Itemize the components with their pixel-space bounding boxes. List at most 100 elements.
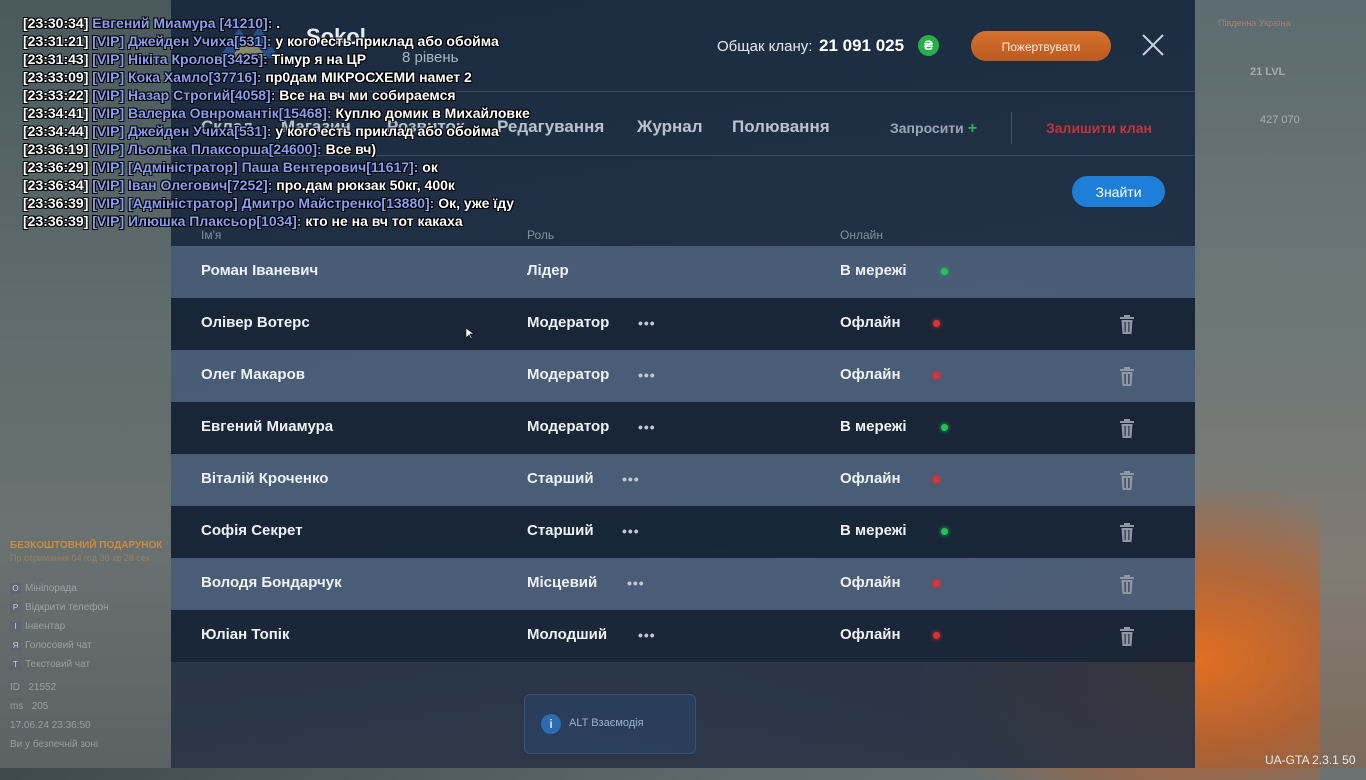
member-row[interactable]: Софія Секрет Старший ••• В мережі <box>171 506 1195 558</box>
member-name: Володя Бондарчук <box>201 574 342 591</box>
chat-sender: [VIP] Льолька Плаксорша[24600]: <box>92 141 322 157</box>
chat-timestamp: [23:31:21] <box>23 33 89 49</box>
chat-text: . <box>276 15 281 31</box>
member-role: Модератор <box>527 418 610 435</box>
member-name: Юліан Топік <box>201 626 290 643</box>
keybind-hint: Я Голосовий чат <box>10 638 170 653</box>
chat-sender: [VIP] Валерка Овнромантік[15468]: <box>92 105 332 121</box>
keybind-hint: T Текстовий чат <box>10 657 170 672</box>
chat-message: [23:36:19] [VIP] Льолька Плаксорша[24600… <box>23 141 530 159</box>
donate-button[interactable]: Пожертвувати <box>971 31 1111 61</box>
invite-button[interactable]: Запросити + <box>890 120 977 138</box>
more-options-icon[interactable]: ••• <box>638 419 656 435</box>
chat-message: [23:36:39] [VIP] [Адміністратор] Дмитро … <box>23 195 530 213</box>
chat-timestamp: [23:31:43] <box>23 51 89 67</box>
chat-sender: [VIP] Кока Хамло[37716]: <box>92 69 262 85</box>
member-status: Офлайн <box>840 366 901 383</box>
more-options-icon[interactable]: ••• <box>638 367 656 383</box>
plus-icon: + <box>967 120 978 137</box>
keybind-label: Відкрити телефон <box>25 602 109 613</box>
trash-icon[interactable] <box>1119 367 1135 386</box>
trash-icon[interactable] <box>1119 575 1135 594</box>
chat-sender: [VIP] [Адміністратор] Паша Вентерович[11… <box>92 159 419 175</box>
more-options-icon[interactable]: ••• <box>638 315 656 331</box>
chat-sender: Евгений Миамура [41210]: <box>92 15 273 31</box>
chat-message: [23:36:29] [VIP] [Адміністратор] Паша Ве… <box>23 159 530 177</box>
member-name: Роман Іваневич <box>201 262 319 279</box>
chat-timestamp: [23:36:19] <box>23 141 89 157</box>
trash-icon[interactable] <box>1119 419 1135 438</box>
leave-clan-button[interactable]: Залишити клан <box>1046 120 1152 136</box>
member-row[interactable]: Олег Макаров Модератор ••• Офлайн <box>171 350 1195 402</box>
trash-icon[interactable] <box>1119 523 1135 542</box>
member-role: Старший <box>527 522 594 539</box>
member-row[interactable]: Роман Іваневич Лідер В мережі <box>171 246 1195 298</box>
chat-sender: [VIP] Нікіта Кролов[3425]: <box>92 51 268 67</box>
chat-message: [23:31:43] [VIP] Нікіта Кролов[3425]: Ті… <box>23 51 530 69</box>
member-status: В мережі <box>840 522 907 539</box>
more-options-icon[interactable]: ••• <box>622 523 640 539</box>
member-role: Модератор <box>527 366 610 383</box>
find-button[interactable]: Знайти <box>1072 176 1165 207</box>
keybind-label: Інвентар <box>25 621 66 632</box>
chat-timestamp: [23:36:39] <box>23 195 89 211</box>
trash-icon[interactable] <box>1119 315 1135 334</box>
chat-message: [23:36:34] [VIP] Іван Олегович[7252]: пр… <box>23 177 530 195</box>
online-indicator-icon <box>941 424 948 431</box>
chat-text: у кого есть приклад або обойма <box>275 123 499 139</box>
region-label: Південна Україна <box>1218 18 1291 28</box>
column-role: Роль <box>527 228 555 242</box>
member-name: Олівер Вотерс <box>201 314 310 331</box>
trash-icon[interactable] <box>1119 627 1135 646</box>
member-row[interactable]: Володя Бондарчук Місцевий ••• Офлайн <box>171 558 1195 610</box>
key-icon: P <box>10 602 21 613</box>
key-icon: T <box>10 659 21 670</box>
chat-text: ок <box>422 159 438 175</box>
left-hud: БЕЗКОШТОВНИЙ ПОДАРУНОК Пр отримання 04 г… <box>10 540 170 752</box>
member-role: Старший <box>527 470 594 487</box>
key-icon: I <box>10 621 21 632</box>
chat-text: Все на вч ми собираемся <box>279 87 456 103</box>
keybind-hint: O Мініпорада <box>10 581 170 596</box>
gift-title: БЕЗКОШТОВНИЙ ПОДАРУНОК <box>10 540 163 551</box>
chat-text: Тімур я на ЦР <box>271 51 367 67</box>
member-row[interactable]: Евгений Миамура Модератор ••• В мережі <box>171 402 1195 454</box>
member-row[interactable]: Олівер Вотерс Модератор ••• Офлайн <box>171 298 1195 350</box>
trash-icon[interactable] <box>1119 471 1135 490</box>
money-label: 427 070 <box>1260 114 1300 126</box>
chat-text: пр0дам МІКРОСХЕМИ намет 2 <box>265 69 472 85</box>
more-options-icon[interactable]: ••• <box>627 575 645 591</box>
gift-timer: Пр отримання 04 год 30 хв 28 сек <box>10 553 150 563</box>
chat-text: Ок, уже їду <box>438 195 515 211</box>
member-role: Місцевий <box>527 574 598 591</box>
offline-indicator-icon <box>933 580 940 587</box>
offline-indicator-icon <box>933 320 940 327</box>
chat-timestamp: [23:36:29] <box>23 159 89 175</box>
member-status: В мережі <box>840 262 907 279</box>
chat-timestamp: [23:34:41] <box>23 105 89 121</box>
chat-text: кто не на вч тот какаха <box>305 213 463 229</box>
chat-log: [23:30:34] Евгений Миамура [41210]: . [23… <box>23 15 530 231</box>
close-icon[interactable] <box>1141 33 1165 57</box>
chat-message: [23:31:21] [VIP] Джейден Учиха[531]: у к… <box>23 33 530 51</box>
invite-label: Запросити <box>890 120 964 136</box>
member-row[interactable]: Юліан Топік Молодший ••• Офлайн <box>171 610 1195 662</box>
chat-sender: [VIP] [Адміністратор] Дмитро Майстренко[… <box>92 195 435 211</box>
tab-journal[interactable]: Журнал <box>637 117 703 137</box>
more-options-icon[interactable]: ••• <box>638 627 656 643</box>
chat-message: [23:34:44] [VIP] Джейден Учиха[531]: у к… <box>23 123 530 141</box>
more-options-icon[interactable]: ••• <box>622 471 640 487</box>
member-row[interactable]: Віталій Кроченко Старший ••• Офлайн <box>171 454 1195 506</box>
clan-budget-label: Общак клану: <box>717 38 813 55</box>
chat-timestamp: [23:34:44] <box>23 123 89 139</box>
member-status: Офлайн <box>840 470 901 487</box>
chat-message: [23:33:22] [VIP] Назар Строгий[4058]: Вс… <box>23 87 530 105</box>
offline-indicator-icon <box>933 476 940 483</box>
level-label: 21 LVL <box>1250 66 1286 78</box>
chat-timestamp: [23:36:34] <box>23 177 89 193</box>
clan-budget-value: 21 091 025 <box>819 36 905 55</box>
chat-message: [23:34:41] [VIP] Валерка Овнромантік[154… <box>23 105 530 123</box>
member-name: Евгений Миамура <box>201 418 334 435</box>
keybind-label: Голосовий чат <box>25 640 92 651</box>
tab-hunting[interactable]: Полювання <box>732 117 830 137</box>
